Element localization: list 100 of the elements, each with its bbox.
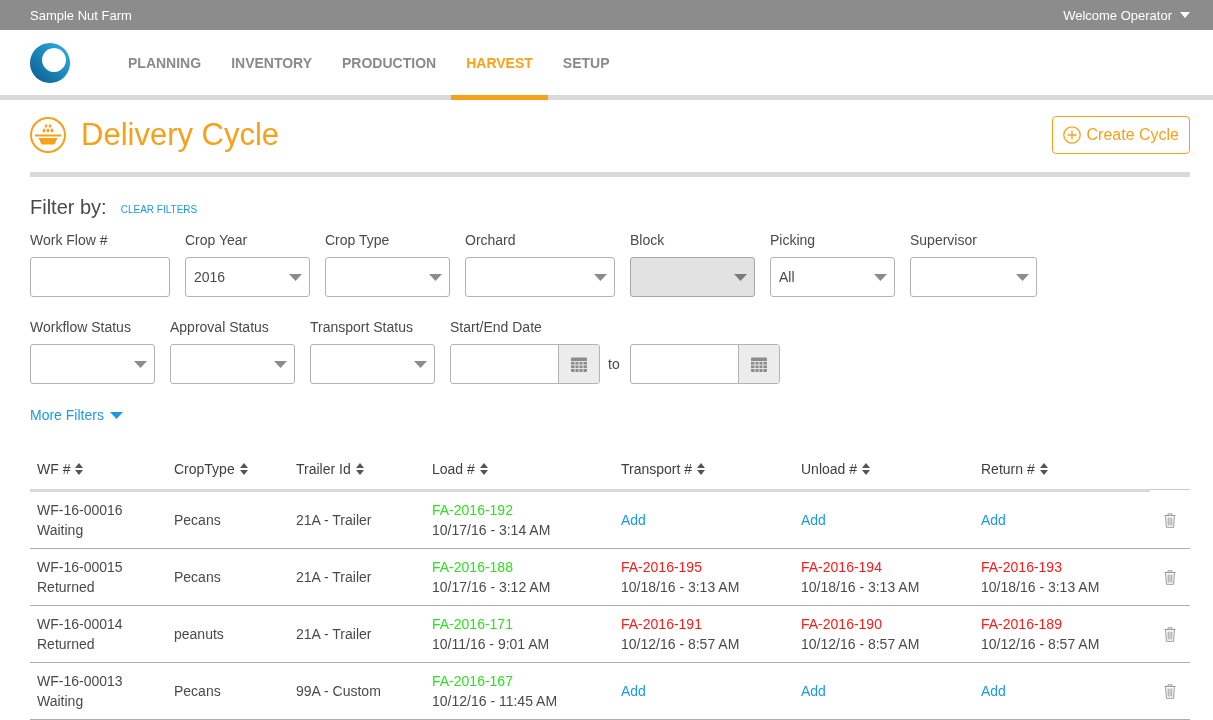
workflow-number: WF-16-00015: [37, 558, 123, 577]
add-link[interactable]: Add: [621, 681, 646, 701]
sort-icon: [1039, 462, 1048, 475]
add-link[interactable]: Add: [981, 510, 1006, 530]
create-cycle-button[interactable]: Create Cycle: [1051, 116, 1190, 154]
sort-icon: [862, 462, 871, 475]
caret-icon: [1016, 273, 1029, 281]
basket-icon: [30, 117, 66, 153]
workflow-status: Waiting: [37, 521, 84, 540]
record-number[interactable]: FA-2016-167: [432, 671, 513, 691]
column-header[interactable]: Return #: [981, 460, 1048, 477]
record-timestamp: 10/17/16 - 3:14 AM: [432, 521, 551, 540]
calendar-icon: [571, 356, 587, 372]
record-number[interactable]: FA-2016-194: [801, 557, 882, 577]
trailer-id: 21A - Trailer: [296, 511, 372, 530]
record-number[interactable]: FA-2016-191: [621, 614, 702, 634]
caret-icon: [874, 273, 887, 281]
record-number[interactable]: FA-2016-171: [432, 614, 513, 634]
add-link[interactable]: Add: [621, 510, 646, 530]
caret-icon: [429, 273, 442, 281]
text-field[interactable]: [30, 257, 170, 297]
record-timestamp: 10/18/16 - 3:13 AM: [621, 578, 740, 597]
farm-name: Sample Nut Farm: [30, 7, 132, 23]
field-label: Workflow Status: [30, 319, 131, 335]
crop-type: Pecans: [174, 568, 221, 587]
nav-tab[interactable]: INVENTORY: [216, 30, 328, 100]
field-label: Approval Status: [170, 319, 269, 335]
workflow-number: WF-16-00016: [37, 501, 123, 520]
record-number[interactable]: FA-2016-195: [621, 557, 702, 577]
record-number[interactable]: FA-2016-190: [801, 614, 882, 634]
crop-type: peanuts: [174, 625, 224, 644]
field-label: Orchard: [465, 232, 516, 248]
field-label: Block: [630, 232, 665, 248]
record-timestamp: 10/17/16 - 3:12 AM: [432, 578, 551, 597]
add-link[interactable]: Add: [801, 510, 826, 530]
range-separator: to: [608, 356, 620, 372]
calendar-icon: [750, 356, 767, 372]
user-menu-button[interactable]: Welcome Operator: [1063, 7, 1190, 23]
caret-icon: [414, 360, 427, 368]
nav-tab[interactable]: HARVEST: [451, 30, 548, 100]
nav-tab[interactable]: PRODUCTION: [327, 30, 452, 100]
column-header[interactable]: Transport #: [621, 460, 706, 477]
calendar-button[interactable]: [558, 345, 599, 383]
dropdown-field[interactable]: [170, 344, 295, 384]
record-timestamp: 10/12/16 - 11:45 AM: [432, 692, 558, 711]
sort-icon: [355, 462, 364, 475]
clear-filters-link[interactable]: CLEAR FILTERS: [120, 199, 198, 215]
dropdown-field[interactable]: [30, 344, 155, 384]
trailer-id: 99A - Custom: [296, 682, 381, 701]
workflow-number: WF-16-00014: [37, 615, 123, 634]
calendar-button[interactable]: [737, 345, 779, 383]
column-header[interactable]: Load #: [432, 460, 488, 477]
dropdown-field[interactable]: [325, 257, 450, 297]
record-timestamp: 10/11/16 - 9:01 AM: [432, 635, 550, 654]
field-label: Crop Type: [325, 232, 390, 248]
record-number[interactable]: FA-2016-188: [432, 557, 513, 577]
field-label: Crop Year: [185, 232, 248, 248]
sort-icon: [479, 462, 488, 475]
trash-icon[interactable]: [1164, 569, 1176, 585]
trash-icon[interactable]: [1164, 512, 1176, 528]
record-number[interactable]: FA-2016-189: [981, 614, 1062, 634]
caret-icon: [134, 360, 147, 368]
column-header[interactable]: WF #: [37, 460, 84, 477]
nav-tab[interactable]: PLANNING: [113, 30, 217, 100]
caret-icon: [109, 411, 123, 419]
caret-icon: [734, 273, 747, 281]
record-number[interactable]: FA-2016-193: [981, 557, 1062, 577]
workflow-status: Returned: [37, 578, 95, 597]
workflow-number: WF-16-00013: [37, 672, 123, 691]
crop-type: Pecans: [174, 511, 221, 530]
trailer-id: 21A - Trailer: [296, 625, 372, 644]
sort-icon: [75, 462, 84, 475]
date-field[interactable]: [450, 344, 600, 384]
workflow-status: Returned: [37, 635, 95, 654]
record-timestamp: 10/12/16 - 8:57 AM: [621, 635, 740, 654]
dropdown-field[interactable]: [910, 257, 1037, 297]
sort-icon: [239, 462, 248, 475]
caret-icon: [594, 273, 607, 281]
trash-icon[interactable]: [1164, 626, 1176, 642]
filter-heading: Filter by:: [30, 195, 107, 219]
column-header[interactable]: Unload #: [801, 460, 871, 477]
column-header[interactable]: Trailer Id: [296, 460, 364, 477]
dropdown-field[interactable]: 2016: [185, 257, 310, 297]
caret-icon: [274, 360, 287, 368]
column-header[interactable]: CropType: [174, 460, 248, 477]
record-timestamp: 10/18/16 - 3:13 AM: [801, 578, 920, 597]
record-number[interactable]: FA-2016-192: [432, 500, 513, 520]
date-field[interactable]: [629, 344, 780, 384]
nav-tab[interactable]: SETUP: [547, 30, 625, 100]
trash-icon[interactable]: [1164, 683, 1176, 699]
add-link[interactable]: Add: [801, 681, 826, 701]
workflow-status: Waiting: [37, 692, 84, 711]
dropdown-field[interactable]: [465, 257, 615, 297]
logo-icon[interactable]: [30, 41, 70, 84]
add-link[interactable]: Add: [981, 681, 1006, 701]
dropdown-field[interactable]: All: [770, 257, 895, 297]
field-label: Work Flow #: [30, 232, 108, 248]
more-filters-link[interactable]: More Filters: [30, 407, 123, 423]
dropdown-field[interactable]: [310, 344, 435, 384]
caret-icon: [1180, 12, 1190, 18]
